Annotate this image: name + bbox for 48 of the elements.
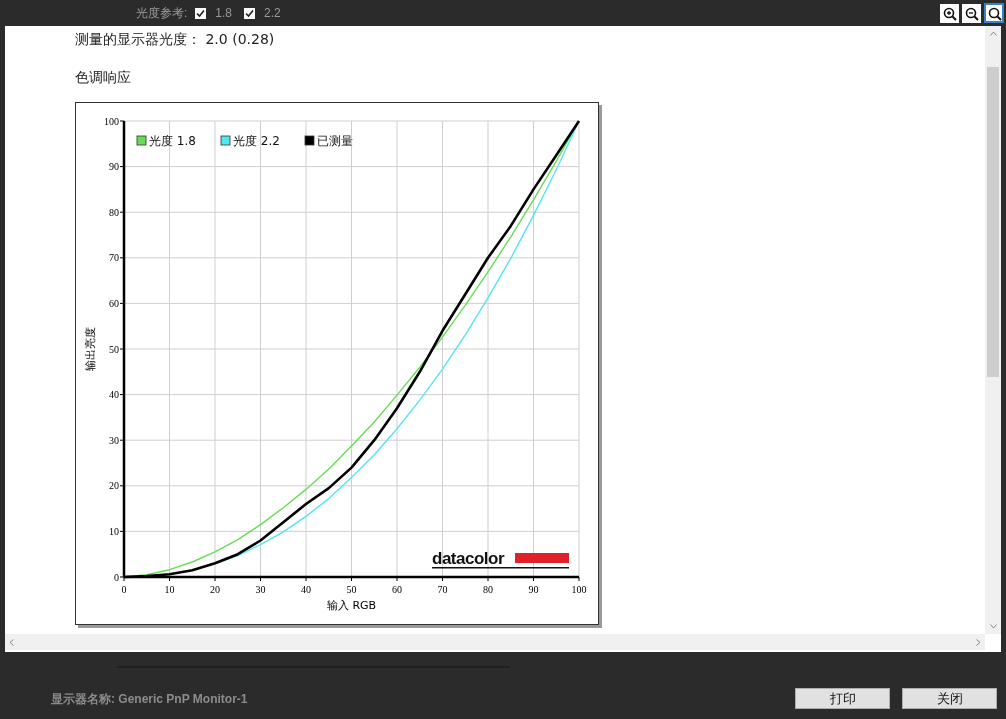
x-tick-label: 10 <box>164 584 175 595</box>
x-tick-label: 50 <box>346 584 357 595</box>
reference-label: 光度参考: <box>136 5 188 22</box>
scroll-down-icon[interactable] <box>989 624 997 629</box>
y-tick-label: 20 <box>109 480 119 492</box>
section-title: 色调响应 <box>75 68 132 87</box>
x-tick-label: 0 <box>121 584 127 595</box>
y-tick-label: 80 <box>109 206 119 218</box>
x-tick-label: 20 <box>210 584 220 595</box>
dialog-button[interactable]: 关闭 <box>902 688 997 709</box>
y-tick-label: 60 <box>109 297 119 309</box>
checkbox[interactable] <box>195 7 207 19</box>
legend-label: 光度 1.8 <box>149 134 196 148</box>
y-tick-label: 70 <box>109 252 119 264</box>
zoom-out-button[interactable] <box>962 3 981 23</box>
checkbox[interactable] <box>244 7 256 19</box>
checkbox-label: 2.2 <box>264 5 281 22</box>
x-tick-label: 90 <box>528 584 539 595</box>
x-tick-label: 70 <box>437 584 448 595</box>
y-tick-label: 90 <box>109 161 119 173</box>
x-tick-label: 40 <box>301 584 311 595</box>
y-tick-label: 0 <box>114 571 119 583</box>
zoom-in-button[interactable] <box>940 3 959 23</box>
scrollbar-thumb[interactable] <box>987 67 999 377</box>
x-tick-label: 60 <box>392 584 402 595</box>
x-tick-label: 100 <box>571 584 587 595</box>
y-axis-title: 输出亮度 <box>84 327 97 371</box>
measured-gamma-text: 测量的显示器光度： 2.0 (0.28) <box>75 30 276 49</box>
y-tick-label: 40 <box>109 389 119 401</box>
x-tick-label: 80 <box>483 584 493 595</box>
datacolor-logo: datacolor <box>432 549 569 569</box>
legend-label: 光度 2.2 <box>233 134 280 148</box>
x-tick-label: 30 <box>255 584 266 595</box>
scroll-up-icon[interactable] <box>989 31 997 36</box>
scroll-left-icon[interactable] <box>9 638 14 646</box>
display-name-text: 显示器名称: Generic PnP Monitor-1 <box>51 690 248 708</box>
checkbox-label: 1.8 <box>215 5 233 22</box>
legend-label: 已测量 <box>317 134 353 148</box>
y-tick-label: 50 <box>109 343 119 355</box>
vertical-scrollbar[interactable] <box>985 26 1001 634</box>
y-tick-label: 30 <box>109 434 119 446</box>
dialog-button[interactable]: 打印 <box>795 688 890 709</box>
y-tick-label: 100 <box>104 115 119 127</box>
zoom-fit-button[interactable] <box>984 3 1004 23</box>
y-tick-label: 10 <box>109 525 119 537</box>
scroll-right-icon[interactable] <box>976 638 981 646</box>
horizontal-scrollbar[interactable] <box>5 634 985 650</box>
x-axis-title: 输入 RGB <box>326 599 377 612</box>
